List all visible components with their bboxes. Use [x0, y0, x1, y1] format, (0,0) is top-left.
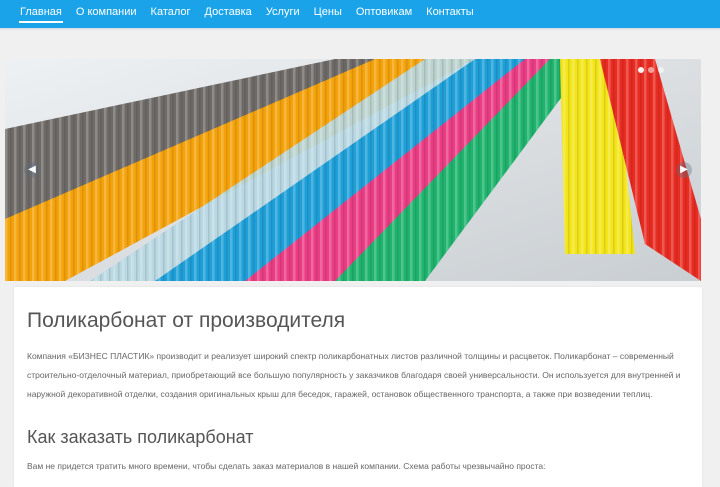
nav-item-catalog[interactable]: Каталог — [144, 0, 198, 28]
nav-item-contacts[interactable]: Контакты — [419, 0, 481, 28]
chevron-right-icon: ▶ — [680, 164, 688, 175]
nav-item-wholesale[interactable]: Оптовикам — [349, 0, 419, 28]
slider-next-button[interactable]: ▶ — [676, 162, 692, 178]
nav-item-prices[interactable]: Цены — [307, 0, 349, 28]
nav-shadow — [0, 28, 720, 31]
slider-dot[interactable] — [648, 67, 654, 73]
main-content: Поликарбонат от производителя Компания «… — [14, 287, 702, 487]
intro-paragraph: Компания «БИЗНЕС ПЛАСТИК» производит и р… — [27, 351, 681, 399]
nav-item-about[interactable]: О компании — [69, 0, 144, 28]
slider-dot[interactable] — [638, 67, 644, 73]
nav-menu: Главная О компании Каталог Доставка Услу… — [13, 0, 481, 28]
nav-item-home[interactable]: Главная — [13, 0, 69, 28]
section-title: Как заказать поликарбонат — [27, 427, 254, 447]
image-slider[interactable]: ◀ ▶ — [5, 59, 701, 281]
slider-prev-button[interactable]: ◀ — [24, 162, 40, 178]
chevron-left-icon: ◀ — [28, 164, 36, 175]
nav-item-delivery[interactable]: Доставка — [198, 0, 259, 28]
page-title: Поликарбонат от производителя — [27, 309, 346, 332]
order-paragraph: Вам не придется тратить много времени, ч… — [27, 461, 546, 471]
nav-item-services[interactable]: Услуги — [259, 0, 307, 28]
top-navigation: Главная О компании Каталог Доставка Услу… — [0, 0, 720, 28]
slide-image-polycarbonate-sheets — [5, 59, 701, 281]
slider-pagination — [638, 67, 664, 73]
slider-dot[interactable] — [658, 67, 664, 73]
